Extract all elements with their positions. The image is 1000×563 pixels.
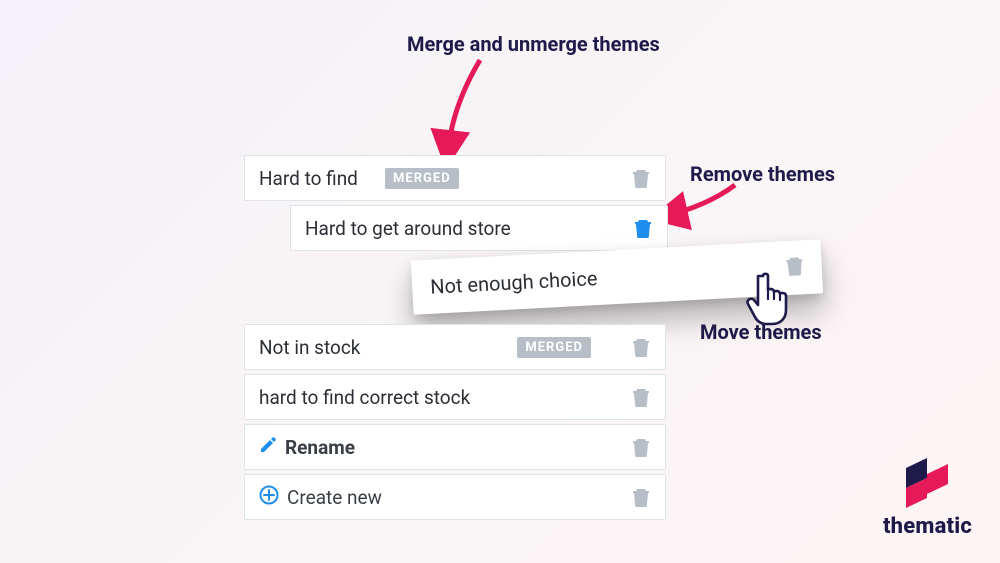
theme-label: Not in stock <box>259 336 517 359</box>
theme-row[interactable]: Hard to get around store <box>290 205 668 251</box>
arrow-remove <box>660 180 760 240</box>
create-new-row[interactable]: Create new <box>244 474 666 520</box>
logo-text: thematic <box>883 514 972 539</box>
theme-label: Not enough choice <box>430 256 787 299</box>
theme-row[interactable]: Not in stock MERGED <box>244 324 666 370</box>
theme-row[interactable]: hard to find correct stock <box>244 374 666 420</box>
trash-icon[interactable] <box>633 217 653 239</box>
arrow-merge <box>420 55 550 165</box>
trash-icon[interactable] <box>631 336 651 358</box>
theme-row[interactable]: Hard to find MERGED <box>244 155 666 201</box>
brand-logo: thematic <box>883 456 972 539</box>
trash-icon[interactable] <box>631 167 651 189</box>
trash-icon[interactable] <box>631 386 651 408</box>
create-new-label: Create new <box>287 486 631 509</box>
plus-circle-icon <box>259 485 279 510</box>
theme-label: Hard to get around store <box>305 217 633 240</box>
trash-icon[interactable] <box>631 486 651 508</box>
theme-label: hard to find correct stock <box>259 386 631 409</box>
pointer-cursor-icon <box>746 270 796 332</box>
merged-badge: MERGED <box>517 337 591 358</box>
rename-label: Rename <box>285 436 631 459</box>
rename-row[interactable]: Rename <box>244 424 666 470</box>
logo-icon <box>892 456 962 508</box>
merged-badge: MERGED <box>385 168 459 189</box>
trash-icon[interactable] <box>631 436 651 458</box>
pencil-icon <box>259 436 277 459</box>
annotation-merge: Merge and unmerge themes <box>407 32 660 56</box>
